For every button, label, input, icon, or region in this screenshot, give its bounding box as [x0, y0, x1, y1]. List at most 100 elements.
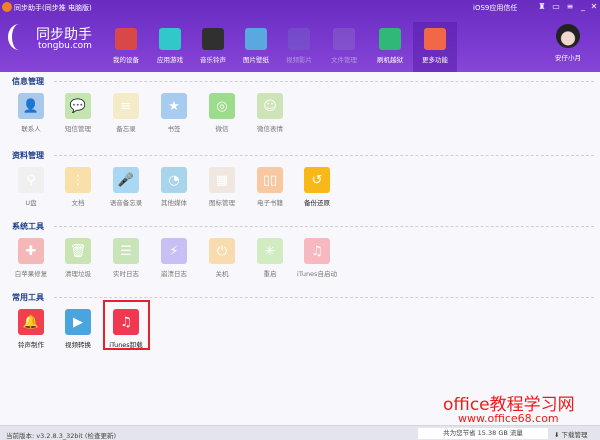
- tool-label: 铃声制作: [18, 341, 44, 349]
- section-divider: [54, 155, 594, 156]
- tool-item[interactable]: ☺ 微信表情: [247, 93, 293, 133]
- title-bar: 同步助手(同步推 电脑版) iOS9应用信任 ♜ ▭ ≡ _ ✕: [0, 0, 600, 16]
- tool-item[interactable]: ◔ 其他媒体: [151, 167, 197, 207]
- nav-tab-1[interactable]: 我的设备: [104, 22, 148, 72]
- tool-item[interactable]: ▯▯ 电子书籍: [247, 167, 293, 207]
- tool-icon: 👤: [18, 93, 44, 119]
- nav-icon: [159, 28, 181, 50]
- nav-icon: [379, 28, 401, 50]
- nav-icon: [115, 28, 137, 50]
- menu-icon[interactable]: ≡: [565, 2, 575, 12]
- tool-icon: ↺: [304, 167, 330, 193]
- version-info[interactable]: 当前版本: v3.2.8.3_32bit (检查更新): [6, 430, 116, 440]
- tool-item[interactable]: 🔔 铃声制作: [8, 309, 54, 349]
- section-title: 信息管理: [12, 77, 44, 86]
- tool-item[interactable]: ▦ 图标管理: [199, 167, 245, 207]
- tool-item[interactable]: ◎ 微信: [199, 93, 245, 133]
- tool-item[interactable]: ⚲ U盘: [8, 167, 54, 207]
- tool-item[interactable]: ✚ 白苹果修复: [8, 238, 54, 278]
- watermark-url: www.office68.com: [458, 412, 559, 425]
- tool-item[interactable]: ✳ 重启: [247, 238, 293, 278]
- nav-tab-8[interactable]: 更多功能: [413, 22, 457, 72]
- tool-item[interactable]: ☰ 实时日志: [103, 238, 149, 278]
- tool-label: 语音备忘录: [109, 199, 143, 207]
- tool-item[interactable]: ≡ 备忘录: [103, 93, 149, 133]
- tool-item[interactable]: ↺ 备份还原: [294, 167, 340, 207]
- nav-tab-6[interactable]: 文件管理: [322, 22, 366, 72]
- window-title: 同步助手(同步推 电脑版): [14, 4, 92, 12]
- nav-tab-5[interactable]: 视频影片: [277, 22, 321, 72]
- nav-tab-4[interactable]: 图片壁纸: [234, 22, 278, 72]
- section-divider: [54, 81, 594, 82]
- tool-label: 清理垃圾: [65, 270, 91, 278]
- close-button[interactable]: ✕: [589, 2, 599, 12]
- download-manager-label: 下载管理: [561, 431, 588, 439]
- tool-icon: ✳: [257, 238, 283, 264]
- tool-item[interactable]: ★ 书签: [151, 93, 197, 133]
- nav-icon: [245, 28, 267, 50]
- traffic-saved: 共为您节省 15.38 GB 流量: [418, 428, 548, 439]
- tool-item[interactable]: ♫ iTunes自启动: [294, 238, 340, 278]
- tool-icon: ★: [161, 93, 187, 119]
- nav-icon: [424, 28, 446, 50]
- nav-tab-7[interactable]: 刷机越狱: [368, 22, 412, 72]
- nav-label: 视频影片: [286, 56, 312, 64]
- tool-icon: ◎: [209, 93, 235, 119]
- tool-label: 微信: [215, 125, 229, 133]
- tongbu-bird-icon: [8, 24, 30, 50]
- user-name: 安仔小月: [555, 54, 581, 62]
- tool-item[interactable]: ▶ 视频转换: [55, 309, 101, 349]
- tool-label: 其他媒体: [161, 199, 187, 207]
- nav-tab-3[interactable]: 音乐铃声: [191, 22, 235, 72]
- section-title: 资料管理: [12, 151, 44, 160]
- nav-label: 音乐铃声: [200, 56, 226, 64]
- tool-item[interactable]: 🎤 语音备忘录: [103, 167, 149, 207]
- tool-label: 短信管理: [65, 125, 91, 133]
- nav-label: 更多功能: [422, 56, 448, 64]
- shirt-skin-icon[interactable]: ♜: [537, 2, 547, 12]
- tool-label: 视频转换: [65, 341, 91, 349]
- tool-label: U盘: [25, 199, 37, 207]
- tool-label: 关机: [215, 270, 229, 278]
- tool-icon: ⚡: [161, 238, 187, 264]
- tool-icon: ◔: [161, 167, 187, 193]
- minimize-button[interactable]: _: [578, 2, 588, 12]
- tool-item[interactable]: 💬 短信管理: [55, 93, 101, 133]
- user-profile[interactable]: 安仔小月: [548, 24, 588, 62]
- feedback-icon[interactable]: ▭: [551, 2, 561, 12]
- tool-label: 备份还原: [304, 199, 330, 207]
- tool-item[interactable]: 👤 联系人: [8, 93, 54, 133]
- tool-icon: ✚: [18, 238, 44, 264]
- tool-icon: ☰: [113, 238, 139, 264]
- tool-label: 备忘录: [116, 125, 136, 133]
- tool-icon: ▯▯: [257, 167, 283, 193]
- tool-item[interactable]: ⋮ 文档: [55, 167, 101, 207]
- tool-icon: ⋮: [65, 167, 91, 193]
- tool-item[interactable]: ⚡ 崩溃日志: [151, 238, 197, 278]
- tool-icon: 🗑: [65, 238, 91, 264]
- tool-label: 图标管理: [209, 199, 235, 207]
- avatar[interactable]: [556, 24, 580, 48]
- tool-label: 重启: [263, 270, 277, 278]
- tool-item[interactable]: 🗑 清理垃圾: [55, 238, 101, 278]
- tool-label: 电子书籍: [257, 199, 283, 207]
- nav-tab-2[interactable]: 应用游戏: [148, 22, 192, 72]
- tool-label: 白苹果修复: [14, 270, 48, 278]
- tool-icon: ⚲: [18, 167, 44, 193]
- tool-icon: ▶: [65, 309, 91, 335]
- tool-label: 书签: [167, 125, 181, 133]
- tool-item[interactable]: ⏻ 关机: [199, 238, 245, 278]
- nav-icon: [288, 28, 310, 50]
- tool-label: 微信表情: [257, 125, 283, 133]
- tool-label: 实时日志: [113, 270, 139, 278]
- download-manager-button[interactable]: ⬇ 下载管理: [554, 429, 588, 439]
- nav-label: 应用游戏: [157, 56, 183, 64]
- ios9-trust-link[interactable]: iOS9应用信任: [473, 3, 517, 13]
- nav-label: 刷机越狱: [377, 56, 403, 64]
- tool-icon: ☺: [257, 93, 283, 119]
- app-logo-icon: [2, 2, 12, 12]
- tool-label: 崩溃日志: [161, 270, 187, 278]
- nav-icon: [333, 28, 355, 50]
- header: 同步助手(同步推 电脑版) iOS9应用信任 ♜ ▭ ≡ _ ✕ 同步助手 to…: [0, 0, 600, 72]
- tool-icon: 💬: [65, 93, 91, 119]
